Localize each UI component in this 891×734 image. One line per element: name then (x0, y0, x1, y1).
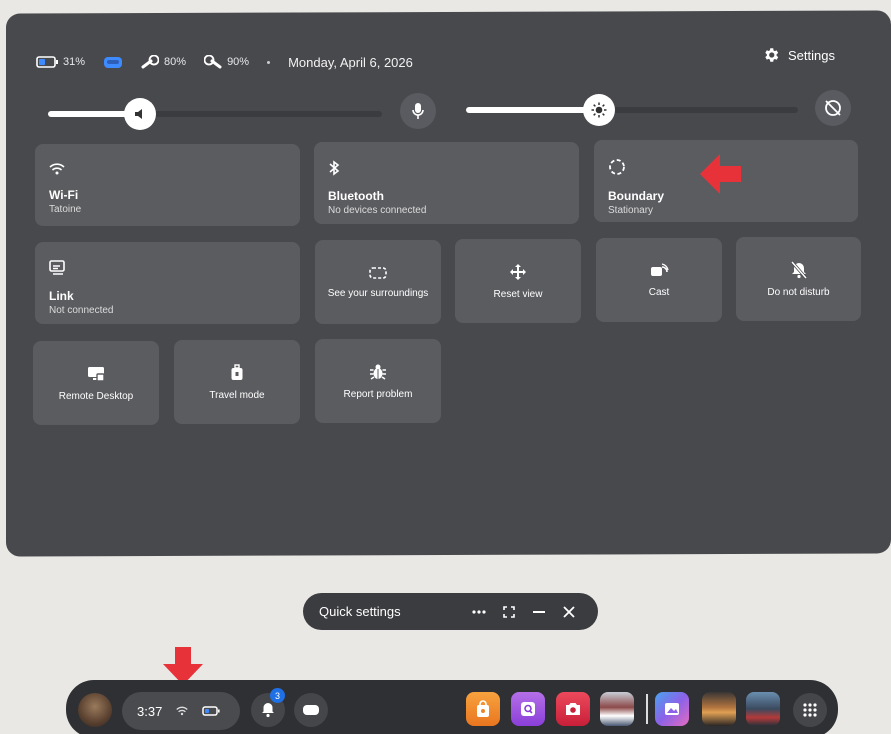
settings-label: Settings (788, 47, 835, 63)
date-label: Monday, April 6, 2026 (288, 54, 413, 70)
app-library-button[interactable] (793, 693, 827, 727)
camera-app-icon[interactable] (556, 692, 590, 726)
passthrough-icon (369, 266, 387, 279)
link-tile[interactable]: Link Not connected (35, 242, 300, 324)
remote-desktop-tile[interactable]: Remote Desktop (33, 341, 159, 425)
left-controller-battery: 80% (141, 55, 186, 69)
reset-view-label: Reset view (493, 288, 543, 300)
boundary-icon (609, 159, 625, 175)
recent-app-thumbnail-2[interactable] (702, 692, 736, 726)
grid-icon (803, 703, 817, 717)
wifi-icon (176, 706, 189, 716)
wifi-title: Wi-Fi (49, 188, 79, 202)
cast-icon (651, 262, 669, 276)
expand-button[interactable] (494, 605, 524, 618)
report-problem-label: Report problem (343, 388, 413, 400)
sun-icon (591, 102, 607, 118)
bluetooth-status: No devices connected (328, 205, 427, 216)
notification-badge: 3 (270, 688, 285, 703)
headset-icon (104, 57, 123, 68)
travel-mode-tile[interactable]: Travel mode (174, 340, 300, 424)
clock-status-button[interactable]: 3:37 (122, 692, 240, 730)
status-bar: 31% 80% 90% Monday, April 6, 2026 (36, 52, 413, 72)
minimize-icon (533, 610, 545, 613)
more-options-button[interactable] (464, 609, 494, 614)
photos-icon (665, 703, 679, 715)
close-icon (563, 605, 575, 618)
bug-icon (370, 364, 386, 380)
expand-icon (503, 605, 515, 618)
link-title: Link (49, 289, 74, 303)
window-control-bar: Quick settings (303, 593, 598, 630)
headset-button[interactable] (294, 693, 328, 727)
brightness-slider-knob[interactable] (583, 94, 615, 126)
travel-mode-label: Travel mode (209, 389, 265, 401)
clock-time: 3:37 (137, 703, 163, 719)
cast-label: Cast (648, 286, 670, 298)
see-surroundings-tile[interactable]: See your surroundings (315, 240, 441, 324)
search-icon (521, 702, 535, 716)
volume-slider-knob[interactable] (124, 98, 156, 130)
battery-icon (202, 706, 220, 716)
settings-button[interactable]: Settings (762, 46, 835, 64)
search-app-icon[interactable] (511, 692, 545, 726)
wifi-icon (49, 163, 65, 175)
minimize-button[interactable] (524, 610, 554, 613)
bluetooth-title: Bluetooth (328, 189, 384, 203)
bell-off-icon (790, 260, 807, 279)
window-title: Quick settings (319, 604, 401, 619)
left-controller-value: 80% (164, 56, 187, 68)
microphone-icon (412, 103, 424, 119)
right-controller-battery: 90% (204, 55, 249, 69)
remote-desktop-label: Remote Desktop (58, 390, 134, 402)
controller-left-icon (141, 55, 160, 69)
annotation-arrow-left (700, 154, 741, 194)
camera-icon (566, 703, 580, 715)
bluetooth-tile[interactable]: Bluetooth No devices connected (314, 142, 579, 224)
report-problem-tile[interactable]: Report problem (315, 339, 441, 423)
do-not-disturb-tile[interactable]: Do not disturb (736, 237, 861, 321)
avatar[interactable] (78, 693, 112, 727)
gear-icon (765, 48, 779, 62)
volume-slider[interactable] (48, 98, 382, 130)
headset-battery-value: 31% (63, 56, 86, 68)
vr-headset-icon (303, 705, 319, 715)
wifi-network: Tatoine (49, 204, 82, 215)
dock-divider (646, 694, 648, 724)
bluetooth-icon (329, 160, 340, 176)
recent-app-thumbnail-1[interactable] (600, 692, 634, 726)
see-surroundings-label: See your surroundings (327, 287, 429, 299)
do-not-disturb-label: Do not disturb (767, 286, 830, 298)
shopping-bag-icon (477, 700, 489, 717)
wifi-tile[interactable]: Wi-Fi Tatoine (35, 144, 300, 226)
boundary-mode: Stationary (608, 205, 654, 216)
brightness-slider[interactable] (466, 94, 798, 126)
cast-tile[interactable]: Cast (596, 238, 722, 322)
close-button[interactable] (554, 605, 584, 618)
gallery-app-icon[interactable] (655, 692, 689, 726)
bell-icon (262, 703, 274, 718)
microphone-button[interactable] (400, 93, 436, 129)
right-controller-value: 90% (227, 56, 250, 68)
reset-view-tile[interactable]: Reset view (455, 239, 581, 323)
headset-battery: 31% (36, 56, 85, 68)
battery-icon (36, 56, 58, 68)
controller-right-icon (204, 55, 222, 69)
link-status: Not connected (49, 305, 114, 316)
remote-desktop-icon (88, 366, 105, 382)
link-icon (49, 260, 65, 275)
luggage-icon (231, 363, 243, 380)
brightness-slider-fill (466, 107, 600, 113)
move-arrows-icon (510, 263, 526, 280)
ellipsis-icon (472, 609, 486, 614)
brightness-off-icon (825, 100, 841, 116)
app-store-icon[interactable] (466, 692, 500, 726)
auto-brightness-toggle[interactable] (815, 90, 851, 126)
speaker-icon (135, 109, 142, 119)
recent-app-thumbnail-3[interactable] (746, 692, 780, 726)
separator-dot (267, 60, 271, 64)
